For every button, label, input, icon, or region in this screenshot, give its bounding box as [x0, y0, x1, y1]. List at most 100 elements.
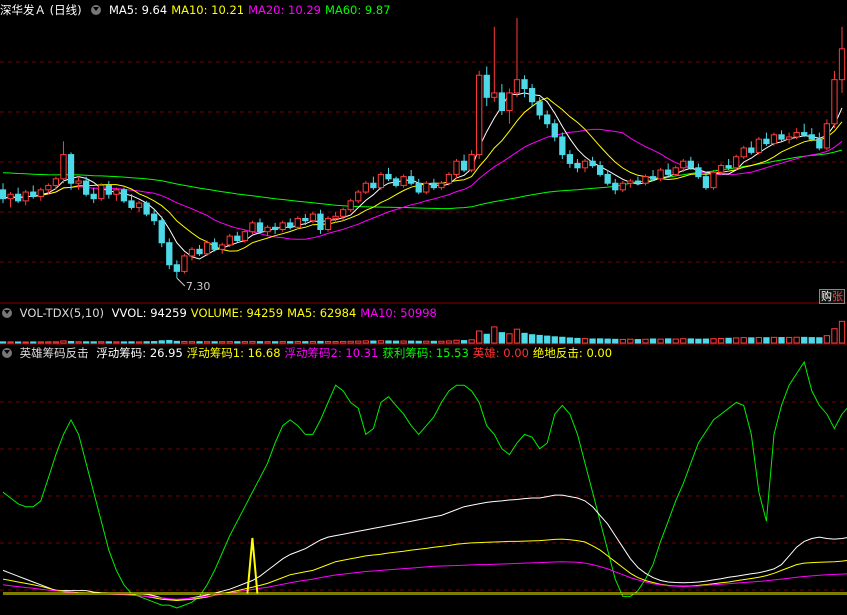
- volume-bar: [438, 340, 445, 344]
- volume-bar: [612, 338, 619, 344]
- candle-body: [748, 147, 755, 153]
- volume-bar: [120, 341, 128, 344]
- ma-legend-item: MA20: 10.29: [248, 3, 321, 17]
- candle-body: [702, 176, 710, 189]
- candle-body: [158, 220, 165, 244]
- candle-body: [203, 242, 211, 255]
- volume-bar: [476, 330, 483, 344]
- volume-bar: [7, 341, 14, 344]
- signal-spike-line: [246, 537, 259, 594]
- volume-bar: [717, 338, 725, 344]
- candle-body: [423, 182, 430, 193]
- candle-body: [271, 226, 279, 230]
- candle-body: [120, 189, 128, 202]
- volume-bar: [642, 338, 649, 344]
- candle-body: [249, 222, 256, 233]
- candle-body: [460, 160, 468, 171]
- candle-body: [763, 138, 770, 145]
- volume-bar: [355, 340, 362, 344]
- volume-bar: [453, 339, 460, 344]
- dropdown-icon[interactable]: [2, 307, 12, 318]
- volume-bar: [785, 336, 793, 344]
- volume-bar: [498, 332, 506, 344]
- volume-bar: [604, 338, 611, 344]
- candle-body: [793, 132, 800, 138]
- volume-bar: [559, 336, 566, 344]
- volume-legend-item: MA5: 62984: [287, 306, 357, 320]
- badge-sell[interactable]: 张: [832, 290, 843, 303]
- volume-bar: [733, 337, 740, 344]
- candle-body: [596, 165, 604, 175]
- candle-body: [287, 222, 294, 228]
- volume-legend: VVOL: 94259 VOLUME: 94259 MA5: 62984 MA10: …: [112, 306, 441, 320]
- volume-bar: [430, 340, 437, 344]
- volume-bar: [627, 338, 634, 344]
- candle-body: [785, 136, 793, 140]
- volume-bar: [513, 328, 521, 344]
- low-marker-label: 7.30: [186, 280, 211, 293]
- candle-body: [128, 200, 135, 208]
- candle-body: [801, 132, 808, 136]
- dropdown-icon[interactable]: [91, 4, 102, 15]
- candle-body: [211, 242, 218, 250]
- candle-body: [377, 173, 385, 189]
- buy-sell-badge[interactable]: 购张: [819, 289, 845, 304]
- candle-body: [294, 217, 301, 228]
- volume-bar: [264, 341, 271, 344]
- volume-bar: [14, 341, 22, 344]
- volume-bar: [415, 340, 422, 344]
- candle-body: [166, 242, 173, 266]
- volume-bar: [90, 341, 97, 344]
- volume-bar: [211, 341, 218, 344]
- candle-body: [770, 134, 778, 145]
- candle-body: [385, 173, 392, 180]
- dropdown-icon[interactable]: [2, 347, 12, 358]
- candle-body: [256, 222, 264, 233]
- candle-body: [483, 74, 490, 98]
- volume-bar: [158, 340, 165, 344]
- candle-body: [392, 178, 400, 186]
- candle-body: [45, 184, 52, 191]
- volume-bar: [188, 341, 196, 344]
- volume-bar: [808, 337, 815, 344]
- volume-bar: [793, 336, 800, 344]
- volume-bar: [113, 341, 120, 344]
- volume-bar: [128, 341, 135, 344]
- candle-body: [279, 222, 286, 230]
- volume-bar: [506, 333, 513, 344]
- candle-body: [113, 189, 120, 195]
- volume-bar: [256, 341, 264, 344]
- profit-chips-line: [2, 360, 847, 609]
- candle-body: [60, 154, 67, 180]
- volume-legend-item: MA10: 50998: [360, 306, 437, 320]
- volume-bar: [483, 333, 490, 344]
- candle-body: [733, 156, 740, 169]
- candle-body: [755, 138, 763, 153]
- candle-body: [90, 193, 97, 200]
- candle-body: [725, 165, 732, 169]
- candle-body: [309, 213, 317, 222]
- candle-body: [453, 160, 460, 175]
- volume-bar: [22, 341, 29, 344]
- volume-bar: [52, 341, 60, 344]
- candle-body: [468, 154, 475, 171]
- indicator-header: 英雄筹码反击 浮动筹码: 26.95 浮动筹码1: 16.68 浮动筹码2: 10.…: [0, 345, 620, 361]
- candle-body: [362, 182, 369, 193]
- badge-buy[interactable]: 购: [821, 290, 832, 303]
- volume-bar: [574, 337, 581, 344]
- volume-bar: [665, 338, 672, 344]
- candle-body: [634, 180, 642, 184]
- volume-bar: [702, 338, 710, 344]
- volume-bar: [491, 326, 498, 344]
- volume-bar: [385, 340, 392, 344]
- volume-bar: [37, 341, 44, 344]
- candle-body: [339, 209, 347, 217]
- candle-body: [566, 154, 574, 164]
- volume-bar: [324, 340, 332, 344]
- volume-bar: [408, 340, 415, 344]
- candle-body: [151, 213, 158, 222]
- volume-bar: [634, 339, 642, 344]
- volume-bar: [445, 340, 453, 344]
- volume-bar: [695, 338, 702, 344]
- volume-bar: [203, 341, 211, 344]
